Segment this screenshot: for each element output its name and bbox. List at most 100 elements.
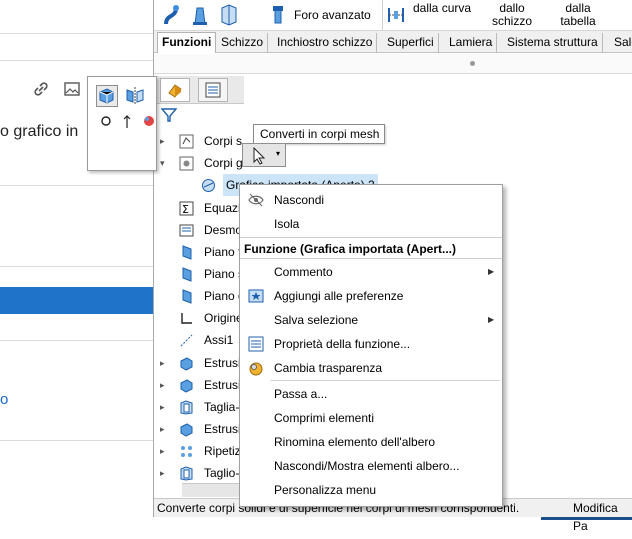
tab-inchiostro-schizzo[interactable]: Inchiostro schizzo	[273, 33, 378, 53]
origin-icon	[179, 311, 194, 326]
tree-horizontal-scrollbar[interactable]	[182, 483, 247, 497]
menu-item-hide[interactable]: Nascondi	[240, 188, 502, 212]
menu-section-header: Funzione (Grafica importata (Apert...)	[240, 237, 502, 259]
tree-item-label: Origine	[204, 311, 243, 325]
collapse-handle-icon[interactable]	[470, 61, 475, 66]
appearance-icon[interactable]	[142, 114, 156, 128]
mirror-body-icon[interactable]	[125, 86, 145, 106]
menu-label: Salva selezione	[274, 313, 359, 327]
tab-lamiera[interactable]: Lamiera	[445, 33, 498, 53]
tree-item[interactable]: ▸ Corpi s	[154, 130, 254, 152]
tooltip: Converti in corpi mesh	[253, 124, 385, 144]
menu-separator	[270, 380, 500, 381]
menu-item-change-transparency[interactable]: Cambia trasparenza	[240, 356, 502, 380]
tree-item-label: Taglio-	[204, 466, 240, 480]
tree-item[interactable]: ▾ Corpi g	[154, 152, 254, 174]
filter-icon[interactable]	[160, 107, 178, 123]
solid-bodies-icon	[179, 134, 194, 149]
submenu-arrow-icon: ▶	[488, 267, 495, 276]
context-toolbar-popup	[87, 76, 157, 171]
dalla-curva-label[interactable]: dalla curva	[413, 2, 471, 15]
tree-item-label: Piano f	[204, 245, 242, 259]
menu-label: Comprimi elementi	[274, 411, 375, 425]
tab-sistema-struttura[interactable]: Sistema struttura	[503, 33, 603, 53]
selection-tools-button[interactable]: ▾	[242, 143, 286, 167]
shell-feature-icon[interactable]	[220, 4, 238, 26]
dallo-schizzo-label-2[interactable]: schizzo	[488, 15, 536, 28]
tree-expander-icon[interactable]: ▾	[160, 152, 168, 174]
tab-saldature[interactable]: Saldat	[610, 33, 632, 53]
hole-wizard-icon[interactable]	[269, 5, 287, 25]
image-icon[interactable]	[64, 82, 80, 96]
menu-label: Proprietà della funzione...	[274, 337, 411, 351]
tree-item-label: Desmo	[204, 223, 243, 237]
tree-expander-icon[interactable]: ▸	[160, 440, 168, 462]
property-manager-tab[interactable]	[198, 78, 228, 102]
equations-icon: Σ	[179, 201, 194, 216]
menu-item-add-favorites[interactable]: Aggiungi alle preferenze	[240, 284, 502, 308]
tab-schizzo[interactable]: Schizzo	[217, 33, 269, 53]
curve-through-points-icon[interactable]	[386, 5, 406, 25]
plane-icon	[179, 267, 194, 282]
pattern-icon	[179, 444, 194, 459]
link-icon[interactable]	[32, 80, 50, 98]
dalla-tabella-label-2[interactable]: tabella	[556, 15, 600, 28]
toolbar-divider	[382, 0, 383, 30]
zoom-icon[interactable]	[100, 115, 114, 129]
right-accent-bar	[541, 517, 632, 520]
tree-item-label: Corpi s	[204, 134, 243, 148]
bg-link[interactable]: o	[0, 391, 8, 408]
menu-item-rename-tree-item[interactable]: Rinomina elemento dell'albero	[240, 430, 502, 454]
feature-manager-tab[interactable]	[160, 78, 190, 102]
menu-item-hide-show-tree-items[interactable]: Nascondi/Mostra elementi albero...	[240, 454, 502, 478]
tree-item-label: Ripetiz	[204, 444, 241, 458]
tree-expander-icon[interactable]: ▸	[160, 396, 168, 418]
tree-expander-icon[interactable]: ▸	[160, 130, 168, 152]
menu-label: Aggiungi alle preferenze	[274, 289, 404, 303]
menu-item-go-to[interactable]: Passa a...	[240, 382, 502, 406]
extrude-icon	[179, 378, 194, 393]
menu-item-feature-properties[interactable]: Proprietà della funzione...	[240, 332, 502, 356]
menu-label: Cambia trasparenza	[274, 361, 383, 375]
axis-icon	[179, 333, 194, 348]
loft-icon[interactable]	[191, 4, 209, 26]
graphic-bodies-icon	[179, 156, 194, 171]
bg-separator	[0, 440, 154, 441]
menu-item-customize-menu[interactable]: Personalizza menu	[240, 478, 502, 502]
bg-separator	[0, 60, 154, 61]
menu-label: Isola	[274, 217, 300, 231]
favorites-star-icon	[248, 288, 264, 304]
menu-item-comment[interactable]: Commento ▶	[240, 260, 502, 284]
design-table-icon	[179, 223, 194, 238]
cut-icon	[179, 466, 194, 481]
transparency-icon	[248, 360, 264, 376]
bg-separator	[0, 185, 154, 186]
menu-label: Personalizza menu	[274, 483, 377, 497]
svg-text:Σ: Σ	[182, 203, 189, 216]
context-menu: Nascondi Isola Funzione (Grafica importa…	[239, 184, 503, 507]
menu-label: Nascondi	[274, 193, 325, 207]
sweep-icon[interactable]	[162, 4, 182, 26]
dropdown-arrow-icon[interactable]: ▾	[276, 149, 280, 158]
panel-tabs	[154, 76, 244, 104]
tab-funzioni[interactable]: Funzioni	[157, 32, 217, 53]
menu-item-collapse-items[interactable]: Comprimi elementi	[240, 406, 502, 430]
menu-item-isolate[interactable]: Isola	[240, 212, 502, 236]
tree-expander-icon[interactable]: ▸	[160, 418, 168, 440]
bg-post-text: o grafico in	[0, 123, 79, 140]
toolbar-collapse-strip[interactable]	[154, 54, 632, 74]
tab-superfici[interactable]: Superfici	[383, 33, 439, 53]
bg-separator	[0, 340, 154, 341]
plane-icon	[179, 245, 194, 260]
menu-item-save-selection[interactable]: Salva selezione ▶	[240, 308, 502, 332]
plane-icon	[179, 289, 194, 304]
imported-graphic-icon	[201, 178, 216, 193]
normal-to-icon[interactable]	[122, 115, 132, 129]
tree-expander-icon[interactable]: ▸	[160, 352, 168, 374]
foro-avanzato-label[interactable]: Foro avanzato	[294, 9, 371, 22]
tree-expander-icon[interactable]: ▸	[160, 462, 168, 484]
convert-to-mesh-button[interactable]	[96, 85, 118, 107]
tree-expander-icon[interactable]: ▸	[160, 374, 168, 396]
feature-tree: ▸Corpi s▾Corpi gGrafica importata (Apert…	[154, 105, 378, 484]
pointer-icon	[253, 147, 266, 165]
